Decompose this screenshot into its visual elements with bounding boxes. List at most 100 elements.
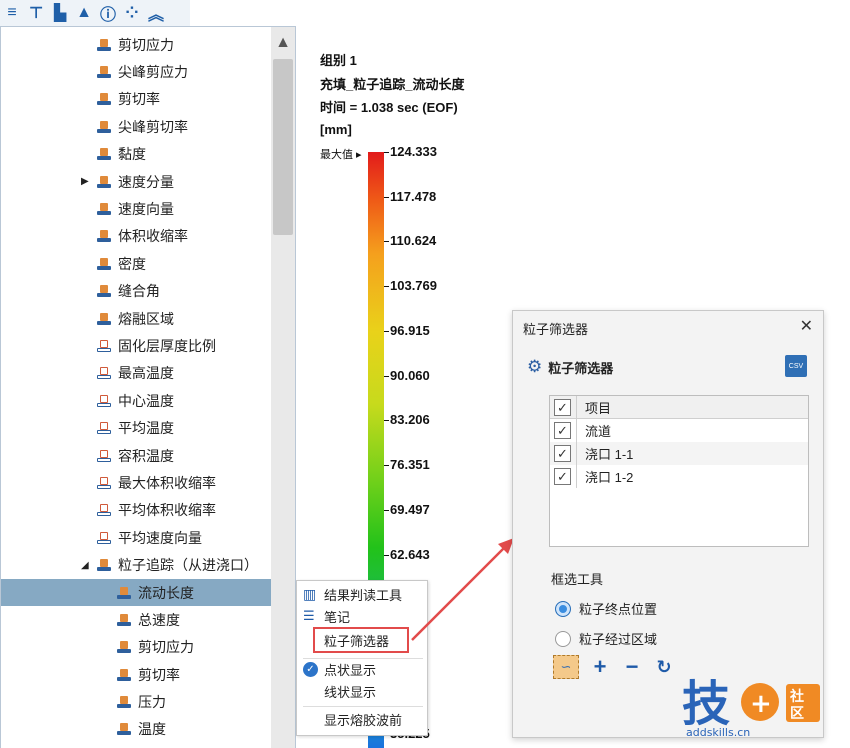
result-type-icon bbox=[97, 229, 111, 243]
radio-particle-endpoint[interactable]: 粒子终点位置 bbox=[555, 599, 657, 618]
item-grid: ✓ 项目 ✓ 流道 ✓ 浇口 1-1 ✓ 浇口 1-2 bbox=[549, 395, 809, 547]
result-type-icon bbox=[97, 120, 111, 134]
row-checkbox[interactable]: ✓ bbox=[554, 468, 571, 485]
tree-item[interactable]: 缝合角 bbox=[1, 278, 271, 305]
tree-item-label: 缝合角 bbox=[118, 283, 160, 300]
grid-row[interactable]: ✓ 流道 bbox=[550, 419, 808, 442]
tree-item-label: 速度分量 bbox=[118, 173, 174, 190]
tree-item[interactable]: 温度 bbox=[1, 716, 271, 743]
menu-item-show-melt-front[interactable]: 显示熔胶波前 bbox=[297, 708, 427, 730]
radio-particle-pass-region[interactable]: 粒子经过区域 bbox=[555, 629, 657, 648]
tree-item[interactable]: 密度 bbox=[1, 250, 271, 277]
tree-item[interactable]: ◢ 粒子追踪（从进浇口） bbox=[1, 551, 271, 578]
legend-tick-label: 90.060 bbox=[390, 368, 430, 383]
tree-item-label: 黏度 bbox=[118, 146, 146, 163]
network-icon[interactable]: ⁘ bbox=[122, 3, 142, 23]
remove-icon[interactable]: − bbox=[621, 654, 643, 679]
svg-text:+: + bbox=[750, 689, 772, 719]
tree-item-label: 剪切率 bbox=[118, 91, 160, 108]
tree-item[interactable]: 流动长度 bbox=[1, 578, 271, 607]
collapse-up-icon[interactable]: ︽ bbox=[146, 3, 166, 24]
tree-item[interactable]: 平均体积收缩率 bbox=[1, 497, 271, 524]
info-icon[interactable]: ⓘ bbox=[98, 3, 118, 24]
list-icon[interactable]: ≡ bbox=[2, 3, 22, 23]
radio-button[interactable] bbox=[555, 600, 571, 617]
legend-tick-mark bbox=[384, 152, 389, 153]
result-type-icon bbox=[97, 394, 111, 408]
menu-item-point-display[interactable]: ✓ 点状显示 bbox=[297, 658, 427, 680]
tree-item[interactable]: 熔融区域 bbox=[1, 305, 271, 332]
tree-item[interactable]: 尖峰剪切率 bbox=[1, 113, 271, 140]
tree-item-label: 最大体积收缩率 bbox=[118, 474, 216, 491]
tree-item[interactable]: 容积温度 bbox=[1, 442, 271, 469]
tree-item[interactable]: 体积收缩率 bbox=[1, 223, 271, 250]
tree-item-label: 体积收缩率 bbox=[118, 228, 188, 245]
tree-item[interactable]: 速度向量 bbox=[1, 195, 271, 222]
result-type-icon bbox=[97, 92, 111, 106]
menu-item-result-tool[interactable]: ▥ 结果判读工具 bbox=[297, 583, 427, 605]
tree-item[interactable]: 平均速度向量 bbox=[1, 524, 271, 551]
tree-item[interactable]: 尖峰剪应力 bbox=[1, 58, 271, 85]
tree-item[interactable]: 总速度 bbox=[1, 606, 271, 633]
scroll-thumb[interactable] bbox=[273, 59, 293, 235]
legend-tick-label: 103.769 bbox=[390, 278, 437, 293]
menu-item-particle-filter[interactable]: 粒子筛选器 bbox=[313, 627, 409, 653]
selection-tools-label: 框选工具 bbox=[551, 572, 604, 587]
svg-text:社: 社 bbox=[789, 688, 804, 705]
tree-item[interactable]: 最大体积收缩率 bbox=[1, 469, 271, 496]
row-checkbox[interactable]: ✓ bbox=[554, 445, 571, 462]
csv-export-button[interactable]: CSV bbox=[785, 355, 807, 377]
tree-item[interactable]: 压力 bbox=[1, 688, 271, 715]
tree-item-label: 中心温度 bbox=[118, 392, 174, 409]
tree-item-label: 平均体积收缩率 bbox=[118, 502, 216, 519]
tree-scrollbar[interactable]: ▲ bbox=[271, 27, 295, 748]
tree-item[interactable]: 黏度 bbox=[1, 141, 271, 168]
selection-tool-row: ∽ + − ↻ bbox=[553, 654, 675, 679]
note-icon: ☰ bbox=[303, 608, 315, 623]
tree-item[interactable]: 剪切应力 bbox=[1, 31, 271, 58]
legend-group: 组别 1 bbox=[320, 53, 357, 68]
legend-unit: [mm] bbox=[320, 122, 352, 137]
menu-item-notes[interactable]: ☰ 笔记 bbox=[297, 605, 427, 627]
result-type-icon bbox=[97, 558, 111, 572]
legend-tick-label: 124.333 bbox=[390, 144, 437, 159]
radio-button[interactable] bbox=[555, 630, 571, 647]
menu-separator bbox=[303, 706, 423, 707]
menu-item-line-display[interactable]: 线状显示 bbox=[297, 680, 427, 702]
row-checkbox[interactable]: ✓ bbox=[554, 422, 571, 439]
svg-text:区: 区 bbox=[790, 706, 804, 722]
tree-item[interactable]: 平均温度 bbox=[1, 414, 271, 441]
grid-row[interactable]: ✓ 浇口 1-1 bbox=[550, 442, 808, 465]
layer-icon[interactable]: ▙ bbox=[50, 3, 70, 23]
add-icon[interactable]: + bbox=[589, 654, 611, 679]
tree-icon[interactable]: ⊤ bbox=[26, 3, 46, 23]
grid-row[interactable]: ✓ 浇口 1-2 bbox=[550, 465, 808, 488]
legend-tick-mark bbox=[384, 376, 389, 377]
select-all-checkbox[interactable]: ✓ bbox=[554, 398, 571, 416]
tree-item[interactable]: 最高温度 bbox=[1, 360, 271, 387]
cone-icon[interactable]: ▲ bbox=[74, 3, 94, 23]
watermark-logo: 技 + 社 区 addskills.cn bbox=[682, 676, 820, 739]
tree-item[interactable]: 剪切应力 bbox=[1, 634, 271, 661]
tree-item[interactable]: 中心温度 bbox=[1, 387, 271, 414]
result-type-icon bbox=[97, 175, 111, 189]
results-tree-panel: 剪切应力 尖峰剪应力 剪切率 尖峰剪切率 黏度 ▶ 速度分量 速度向量 体积收缩率 密度 缝合角 熔融… bbox=[0, 26, 296, 748]
result-type-icon bbox=[97, 366, 111, 380]
legend-time: 时间 = 1.038 sec (EOF) bbox=[320, 100, 458, 115]
tree-item[interactable]: 剪切率 bbox=[1, 661, 271, 688]
svg-text:addskills.cn: addskills.cn bbox=[686, 726, 750, 739]
tree-item[interactable]: 剪切率 bbox=[1, 86, 271, 113]
tree-item-label: 尖峰剪切率 bbox=[118, 118, 188, 135]
tree-item[interactable]: ▶ 速度分量 bbox=[1, 168, 271, 195]
tree-item-label: 剪切率 bbox=[138, 666, 180, 683]
lasso-select-icon[interactable]: ∽ bbox=[553, 655, 579, 679]
tree-item[interactable]: 固化层厚度比例 bbox=[1, 332, 271, 359]
scroll-up-icon[interactable]: ▲ bbox=[271, 31, 295, 55]
collapse-arrow-icon[interactable]: ▶ bbox=[81, 176, 89, 187]
reset-icon[interactable]: ↻ bbox=[653, 656, 675, 678]
result-type-icon bbox=[97, 339, 111, 353]
tree-item-label: 剪切应力 bbox=[138, 639, 194, 656]
expand-arrow-icon[interactable]: ◢ bbox=[81, 560, 89, 571]
close-icon[interactable]: ✕ bbox=[800, 316, 813, 336]
result-type-icon bbox=[97, 284, 111, 298]
